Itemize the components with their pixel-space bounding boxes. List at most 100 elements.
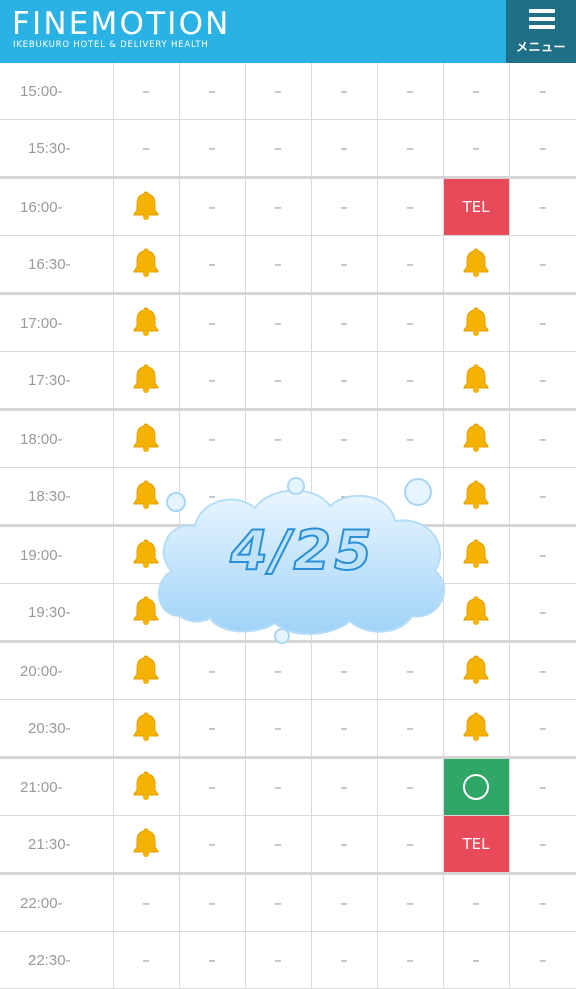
unavailable-cell: – <box>376 699 444 758</box>
bell-icon <box>133 247 159 281</box>
unavailable-cell: – <box>178 583 246 642</box>
unavailable-cell: – <box>376 467 444 526</box>
time-label: 17:00- <box>0 292 114 352</box>
schedule-row: 16:00- – – – – TEL – <box>0 176 576 236</box>
bell-cell[interactable] <box>112 176 180 236</box>
bell-cell[interactable] <box>442 235 510 294</box>
site-header: FINEMOTION IKEBUKURO HOTEL & DELIVERY HE… <box>0 0 576 63</box>
unavailable-cell: – <box>310 640 378 700</box>
time-label: 20:30- <box>0 699 114 758</box>
bell-cell[interactable] <box>112 756 180 816</box>
bell-cell[interactable] <box>442 292 510 352</box>
unavailable-cell: – <box>310 63 378 120</box>
unavailable-cell: – <box>244 583 312 642</box>
unavailable-cell: – <box>508 640 576 700</box>
unavailable-cell: – <box>310 931 378 989</box>
unavailable-cell: – <box>508 176 576 236</box>
schedule-row: 20:00- – – – – – <box>0 640 576 700</box>
unavailable-cell: – <box>508 467 576 526</box>
menu-button[interactable]: メニュー <box>506 0 576 63</box>
bell-cell[interactable] <box>442 583 510 642</box>
unavailable-cell: – <box>310 699 378 758</box>
bell-icon <box>463 306 489 340</box>
unavailable-cell: – <box>310 756 378 816</box>
schedule-row: 17:00- – – – – – <box>0 292 576 352</box>
time-label: 20:00- <box>0 640 114 700</box>
schedule-row: 21:00- – – – – – <box>0 756 576 816</box>
unavailable-cell: – <box>310 292 378 352</box>
bell-icon <box>133 190 159 224</box>
unavailable-cell: – <box>310 408 378 468</box>
unavailable-cell: – <box>244 524 312 584</box>
unavailable-cell: – <box>244 235 312 294</box>
unavailable-cell: – <box>376 756 444 816</box>
unavailable-cell: – <box>508 351 576 410</box>
bell-cell[interactable] <box>112 408 180 468</box>
bell-cell[interactable] <box>442 351 510 410</box>
unavailable-cell: – <box>376 292 444 352</box>
time-label: 19:00- <box>0 524 114 584</box>
schedule-row: 18:30- – – – – – <box>0 467 576 526</box>
unavailable-cell: – <box>376 63 444 120</box>
bell-icon <box>133 479 159 513</box>
schedule-table: 15:00- – – – – – – –15:30- – – – – – – –16:00- – – – – TEL –… <box>0 63 576 989</box>
bell-cell[interactable] <box>112 467 180 526</box>
unavailable-cell: – <box>178 63 246 120</box>
time-label: 22:00- <box>0 872 114 932</box>
bell-cell[interactable] <box>112 699 180 758</box>
time-label: 21:00- <box>0 756 114 816</box>
unavailable-cell: – <box>376 119 444 178</box>
unavailable-cell: – <box>442 872 510 932</box>
unavailable-cell: – <box>244 176 312 236</box>
unavailable-cell: – <box>178 699 246 758</box>
unavailable-cell: – <box>376 176 444 236</box>
unavailable-cell: – <box>508 872 576 932</box>
unavailable-cell: – <box>376 640 444 700</box>
bell-icon <box>133 538 159 572</box>
unavailable-cell: – <box>310 815 378 874</box>
bell-icon <box>463 711 489 745</box>
bell-cell[interactable] <box>112 235 180 294</box>
bell-cell[interactable] <box>442 699 510 758</box>
unavailable-cell: – <box>442 119 510 178</box>
bell-cell[interactable] <box>442 467 510 526</box>
unavailable-cell: – <box>178 872 246 932</box>
schedule-row: 18:00- – – – – – <box>0 408 576 468</box>
tel-cell[interactable]: TEL <box>442 815 510 874</box>
unavailable-cell: – <box>244 292 312 352</box>
bell-cell[interactable] <box>442 408 510 468</box>
schedule-row: 22:30- – – – – – – – <box>0 931 576 989</box>
unavailable-cell: – <box>310 583 378 642</box>
bell-cell[interactable] <box>442 524 510 584</box>
unavailable-cell: – <box>310 872 378 932</box>
unavailable-cell: – <box>178 931 246 989</box>
site-subtitle: IKEBUKURO HOTEL & DELIVERY HEALTH <box>13 40 209 50</box>
unavailable-cell: – <box>244 931 312 989</box>
time-label: 22:30- <box>0 931 114 989</box>
bell-cell[interactable] <box>112 640 180 700</box>
unavailable-cell: – <box>178 176 246 236</box>
bell-cell[interactable] <box>112 815 180 874</box>
bell-icon <box>463 247 489 281</box>
unavailable-cell: – <box>376 931 444 989</box>
unavailable-cell: – <box>376 583 444 642</box>
unavailable-cell: – <box>310 524 378 584</box>
unavailable-cell: – <box>508 931 576 989</box>
tel-cell[interactable]: TEL <box>442 176 510 236</box>
bell-cell[interactable] <box>112 351 180 410</box>
bell-cell[interactable] <box>112 292 180 352</box>
unavailable-cell: – <box>508 524 576 584</box>
unavailable-cell: – <box>508 699 576 758</box>
unavailable-cell: – <box>310 235 378 294</box>
bell-cell[interactable] <box>112 583 180 642</box>
available-cell[interactable] <box>442 756 510 816</box>
unavailable-cell: – <box>178 292 246 352</box>
bell-cell[interactable] <box>112 524 180 584</box>
bell-cell[interactable] <box>442 640 510 700</box>
schedule-row: 19:30- – – – – – <box>0 583 576 642</box>
site-logo[interactable]: FINEMOTION <box>12 6 231 42</box>
unavailable-cell: – <box>376 235 444 294</box>
hamburger-icon <box>529 9 555 33</box>
unavailable-cell: – <box>244 872 312 932</box>
time-label: 18:00- <box>0 408 114 468</box>
